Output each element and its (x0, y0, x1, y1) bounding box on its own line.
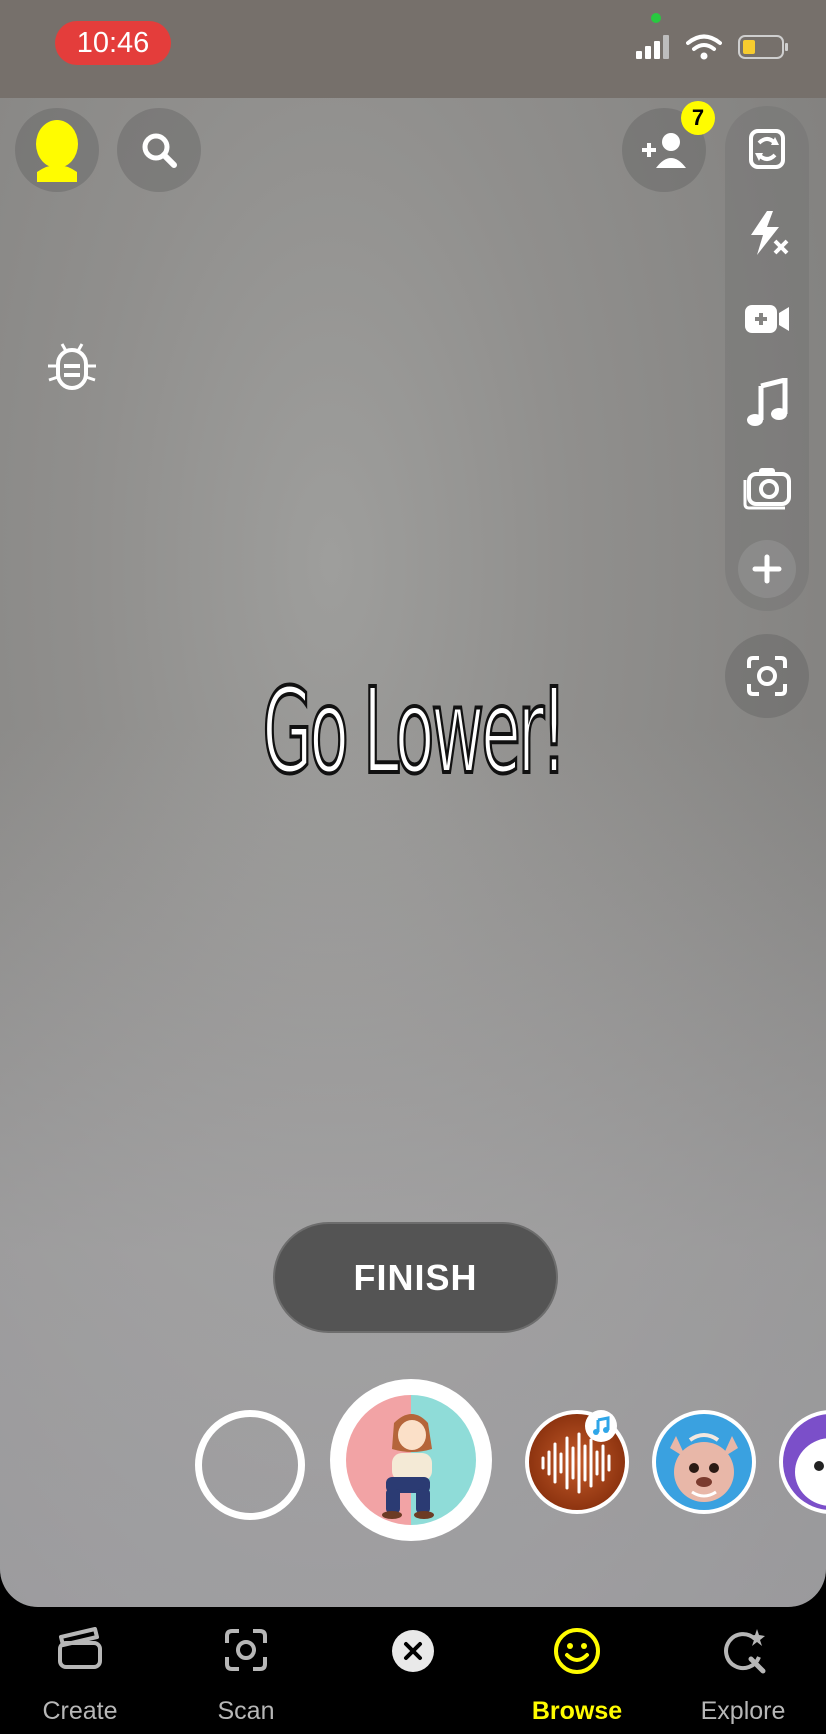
battery-icon (738, 34, 790, 65)
add-friend-icon (642, 133, 686, 168)
tab-explore-label: Explore (700, 1697, 786, 1725)
music-note-icon (747, 378, 788, 426)
search-icon (142, 133, 177, 168)
tab-scan-label: Scan (217, 1697, 275, 1725)
flash-toggle-button[interactable] (725, 198, 809, 268)
flip-camera-button[interactable] (725, 114, 809, 184)
tab-browse[interactable]: Browse (502, 1607, 652, 1734)
tab-create[interactable]: Create (5, 1607, 155, 1734)
profile-avatar-button[interactable] (15, 108, 99, 192)
tab-browse-label: Browse (531, 1697, 623, 1725)
explore-icon (719, 1627, 767, 1682)
active-lens-thumbnail (346, 1395, 476, 1525)
wifi-icon (686, 34, 722, 65)
status-time: 10:46 (55, 21, 171, 65)
snapchat-camera-screen: 10:46 7 Go Lower! FINISH Create Scan Bro… (0, 0, 826, 1734)
camera-tools-rail (725, 106, 809, 611)
bug-icon (48, 343, 96, 390)
lens-music-thumbnail[interactable] (525, 1410, 629, 1514)
bitmoji-avatar-icon (36, 120, 78, 182)
multi-snap-button[interactable] (725, 452, 809, 522)
squat-character-icon (382, 1414, 434, 1519)
scan-icon (223, 1627, 269, 1680)
finish-button[interactable]: FINISH (273, 1222, 558, 1333)
scan-frame-icon (747, 656, 787, 696)
tab-scan[interactable]: Scan (171, 1607, 321, 1734)
close-lens-button[interactable] (338, 1607, 488, 1734)
search-button[interactable] (117, 108, 201, 192)
status-icons (636, 34, 790, 65)
tab-create-label: Create (42, 1697, 118, 1725)
clapperboard-icon (57, 1627, 103, 1678)
capture-button[interactable] (330, 1379, 492, 1541)
lens-instruction-text: Go Lower! (261, 660, 568, 802)
music-button[interactable] (725, 368, 809, 438)
smiley-icon (553, 1627, 601, 1682)
creature-face-icon (656, 1414, 752, 1510)
video-camera-icon (745, 305, 789, 333)
flash-off-icon (751, 211, 789, 255)
music-badge-icon (585, 1410, 617, 1442)
close-icon (391, 1629, 435, 1680)
plus-icon (738, 540, 796, 598)
lens-debug-button[interactable] (46, 340, 98, 397)
friend-requests-badge: 7 (681, 101, 715, 135)
no-lens-ring[interactable] (195, 1410, 305, 1520)
more-tools-button[interactable] (725, 534, 809, 604)
camera-viewfinder[interactable]: 10:46 7 Go Lower! FINISH (0, 0, 826, 1607)
scan-lens-button[interactable] (725, 634, 809, 718)
camera-stack-icon (743, 468, 791, 510)
bottom-tab-bar: Create Scan Browse Explore (0, 1607, 826, 1734)
lens-creature-thumbnail[interactable] (652, 1410, 756, 1514)
tab-explore[interactable]: Explore (668, 1607, 818, 1734)
flip-camera-icon (749, 129, 785, 169)
video-mode-button[interactable] (725, 284, 809, 354)
signal-icon (636, 35, 670, 64)
camera-in-use-indicator (651, 13, 661, 23)
